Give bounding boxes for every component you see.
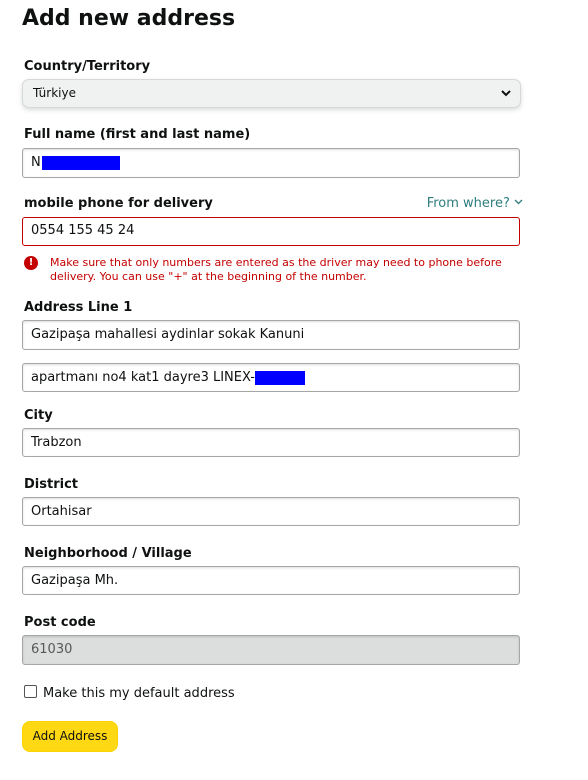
- default-address-checkbox[interactable]: [24, 685, 37, 698]
- address-line2-input[interactable]: apartmanı no4 kat1 dayre3 LINEX-: [22, 363, 520, 392]
- neighborhood-input[interactable]: Gazipaşa Mh.: [22, 566, 520, 595]
- phone-error-text: Make sure that only numbers are entered …: [50, 256, 502, 283]
- error-icon: !: [24, 256, 38, 270]
- city-value: Trabzon: [31, 435, 82, 450]
- district-input[interactable]: Ortahisar: [22, 497, 520, 526]
- full-name-value: N: [31, 155, 41, 170]
- district-label: District: [24, 477, 78, 492]
- neighborhood-value: Gazipaşa Mh.: [31, 573, 119, 588]
- neighborhood-label: Neighborhood / Village: [24, 546, 192, 561]
- add-address-button[interactable]: Add Address: [22, 721, 118, 752]
- post-code-input: 61030: [22, 635, 520, 665]
- address-line2-value: apartmanı no4 kat1 dayre3 LINEX-: [31, 370, 255, 385]
- full-name-input[interactable]: N: [22, 148, 520, 178]
- phone-input[interactable]: 0554 155 45 24: [22, 217, 520, 246]
- redaction-mark: [41, 155, 120, 170]
- phone-label: mobile phone for delivery: [24, 196, 213, 211]
- from-where-link[interactable]: From where?: [427, 196, 523, 211]
- country-label: Country/Territory: [24, 59, 151, 74]
- phone-value: 0554 155 45 24: [31, 223, 135, 238]
- chevron-down-icon: [500, 80, 512, 117]
- full-name-label: Full name (first and last name): [24, 127, 251, 142]
- city-label: City: [24, 408, 53, 423]
- default-address-label: Make this my default address: [43, 686, 235, 701]
- post-code-label: Post code: [24, 615, 96, 630]
- city-input[interactable]: Trabzon: [22, 428, 520, 457]
- redaction-mark: [254, 370, 305, 385]
- country-select[interactable]: Türkiye: [22, 79, 521, 108]
- address-line1-value: Gazipaşa mahallesi aydinlar sokak Kanuni: [31, 327, 305, 342]
- page-title: Add new address: [22, 6, 236, 31]
- address-label: Address Line 1: [24, 300, 133, 315]
- default-address-option[interactable]: Make this my default address: [24, 685, 235, 701]
- country-value: Türkiye: [33, 86, 76, 100]
- address-line1-input[interactable]: Gazipaşa mahallesi aydinlar sokak Kanuni: [22, 320, 520, 350]
- chevron-down-icon: [514, 196, 523, 211]
- post-code-value: 61030: [31, 642, 73, 657]
- district-value: Ortahisar: [31, 504, 92, 519]
